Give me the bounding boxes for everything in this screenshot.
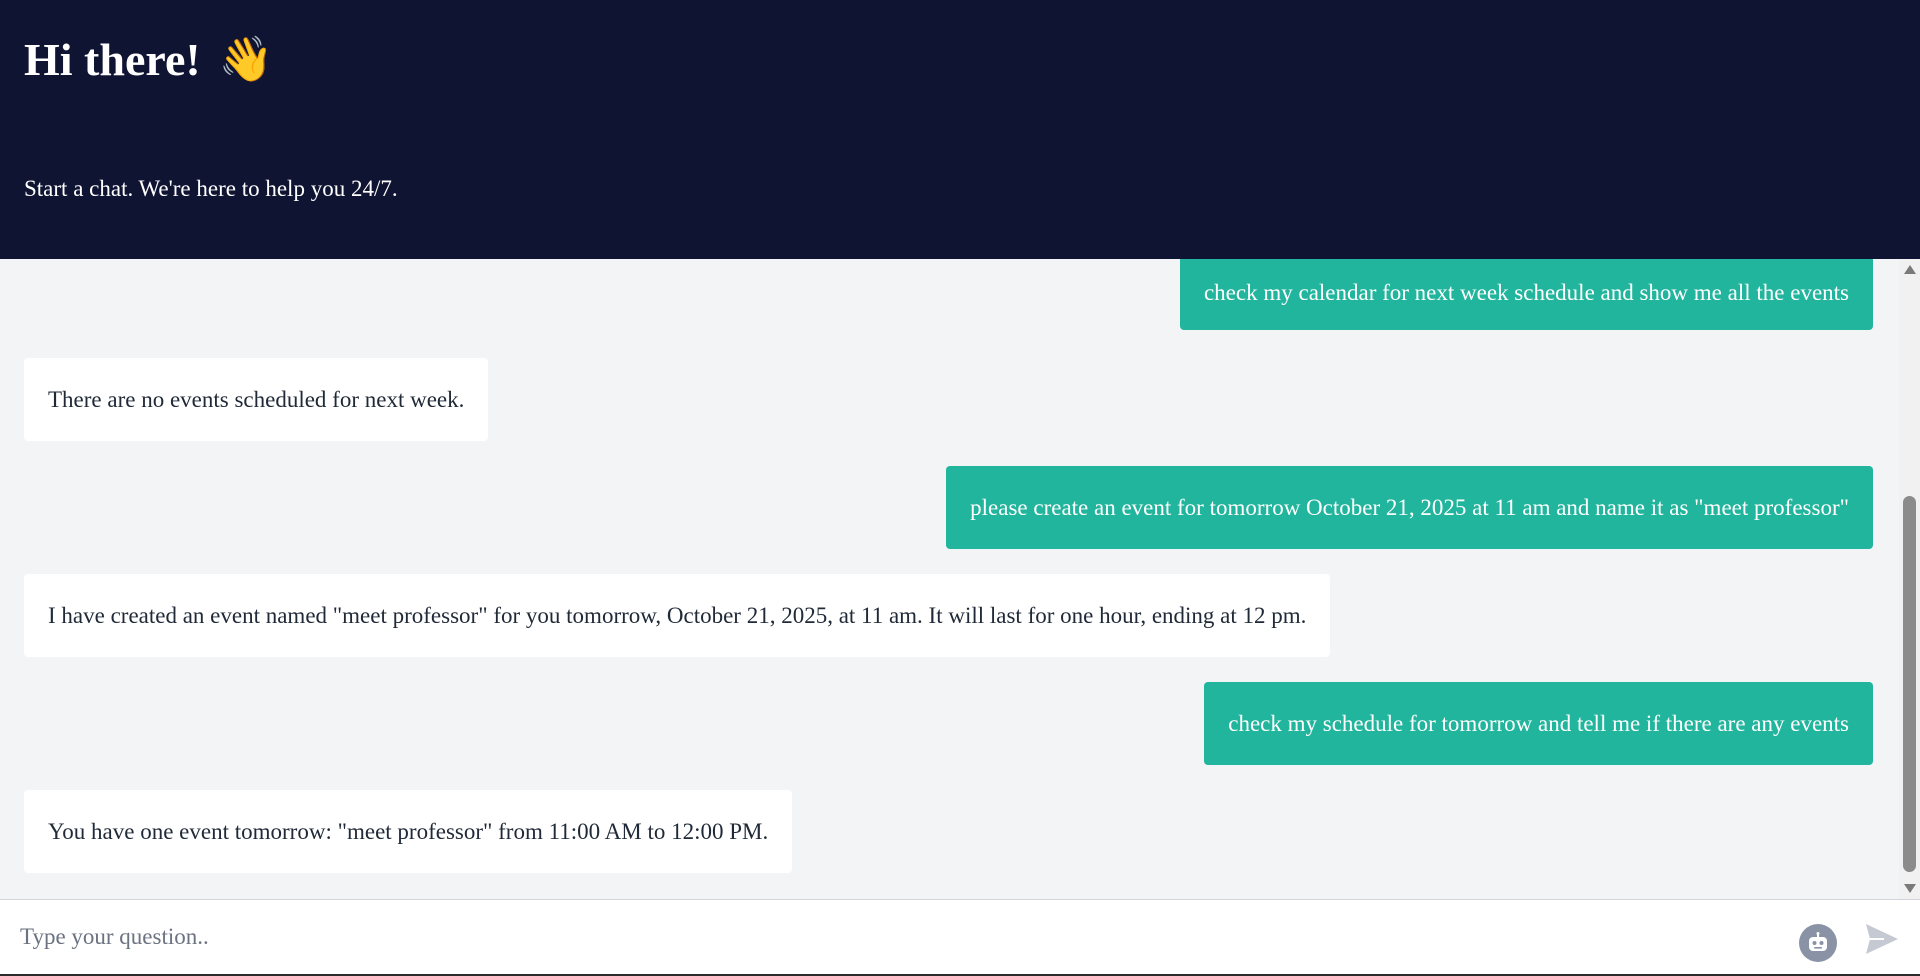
robot-icon[interactable] [1799,924,1837,962]
chat-input-bar [0,899,1920,974]
message-scrollbar[interactable] [1899,259,1920,899]
header-title-text: Hi there! [24,34,201,85]
user-message: check my schedule for tomorrow and tell … [1204,682,1873,765]
chat-app: Hi there! 👋 Start a chat. We're here to … [0,0,1920,976]
question-input[interactable] [0,900,1780,974]
user-message: check my calendar for next week schedule… [1179,259,1873,330]
bot-message: I have created an event named "meet prof… [24,574,1331,657]
header-subtitle: Start a chat. We're here to help you 24/… [24,176,398,201]
header-title: Hi there! 👋 [24,30,274,90]
waving-hand-icon: 👋 [218,34,274,85]
bot-message: You have one event tomorrow: "meet profe… [24,790,793,873]
scroll-up-arrow-icon[interactable] [1904,265,1916,274]
message-list[interactable]: check my calendar for next week schedule… [0,259,1899,899]
scrollbar-thumb[interactable] [1903,496,1916,872]
scroll-down-arrow-icon[interactable] [1904,884,1916,893]
send-icon[interactable] [1864,922,1900,956]
bot-message: There are no events scheduled for next w… [24,358,489,441]
user-message: please create an event for tomorrow Octo… [946,466,1873,549]
chat-header: Hi there! 👋 Start a chat. We're here to … [0,0,1920,259]
